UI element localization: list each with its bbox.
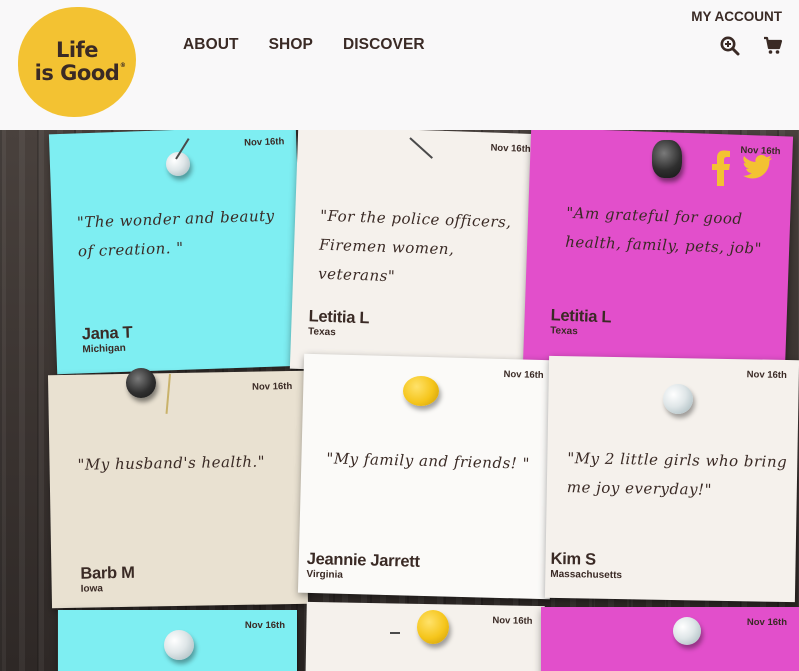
note-date: Nov 16th	[243, 136, 285, 149]
note-author: Barb M	[80, 563, 135, 583]
push-pin	[652, 140, 682, 178]
note-author: Letitia L	[550, 306, 612, 327]
gratitude-note[interactable]: Nov 16th "For the police officers, Firem…	[289, 130, 544, 378]
facebook-icon[interactable]	[710, 150, 732, 186]
note-location: Virginia	[306, 568, 344, 581]
push-pin	[417, 610, 449, 644]
logo-trademark: ®	[119, 62, 126, 69]
note-date: Nov 16th	[490, 142, 531, 155]
note-location: Michigan	[82, 342, 126, 356]
pin-needle	[390, 632, 400, 634]
push-pin	[663, 384, 693, 414]
logo-text-line2-label: is Good	[34, 61, 120, 85]
note-quote: "Am grateful for good health, family, pe…	[564, 203, 763, 258]
note-quote: "My 2 little girls who bring me joy ever…	[566, 449, 788, 499]
note-quote: "For the police officers, Firemen women,…	[317, 206, 512, 286]
note-location: Texas	[549, 325, 578, 338]
note-quote: "The wonder and beauty of creation. "	[76, 206, 275, 261]
note-location: Iowa	[80, 583, 104, 595]
my-account-link[interactable]: MY ACCOUNT	[691, 9, 782, 24]
note-date: Nov 16th	[244, 620, 285, 631]
logo-text-line2: is Good ®	[34, 61, 126, 85]
life-is-good-logo[interactable]: Life is Good ®	[18, 7, 136, 117]
note-date: Nov 16th	[746, 617, 787, 628]
note-date: Nov 16th	[252, 380, 293, 393]
note-quote: "My family and friends! "	[326, 449, 531, 473]
zoom-in-icon[interactable]	[720, 36, 740, 56]
nav-shop[interactable]: SHOP	[269, 36, 313, 54]
nav-discover[interactable]: DISCOVER	[343, 36, 425, 54]
note-location: Texas	[307, 326, 336, 339]
note-date: Nov 16th	[492, 615, 533, 627]
gratitude-note[interactable]: Nov 16th	[541, 607, 799, 671]
note-location: Massachusetts	[550, 568, 623, 582]
main-nav: ABOUT SHOP DISCOVER	[183, 36, 455, 54]
push-pin	[673, 617, 701, 645]
gratitude-board: Nov 16th "The wonder and beauty of creat…	[0, 130, 799, 671]
note-quote: "My husband's health."	[77, 452, 266, 474]
push-pin	[126, 368, 156, 398]
note-author: Letitia L	[308, 307, 370, 328]
note-date: Nov 16th	[746, 369, 787, 381]
site-header: Life is Good ® ABOUT SHOP DISCOVER MY ACC…	[0, 0, 799, 130]
note-author: Kim S	[550, 549, 597, 569]
note-date: Nov 16th	[503, 368, 544, 382]
twitter-icon[interactable]	[743, 155, 773, 181]
cart-icon[interactable]	[763, 36, 783, 56]
note-author: Jeannie Jarrett	[306, 549, 420, 571]
nav-about[interactable]: ABOUT	[183, 36, 239, 54]
gratitude-note[interactable]: Nov 16th "My husband's health." Barb M I…	[47, 370, 309, 609]
note-author: Jana T	[81, 323, 133, 344]
logo-text-line1: Life	[56, 38, 98, 62]
push-pin	[164, 630, 194, 660]
push-pin	[403, 376, 439, 406]
